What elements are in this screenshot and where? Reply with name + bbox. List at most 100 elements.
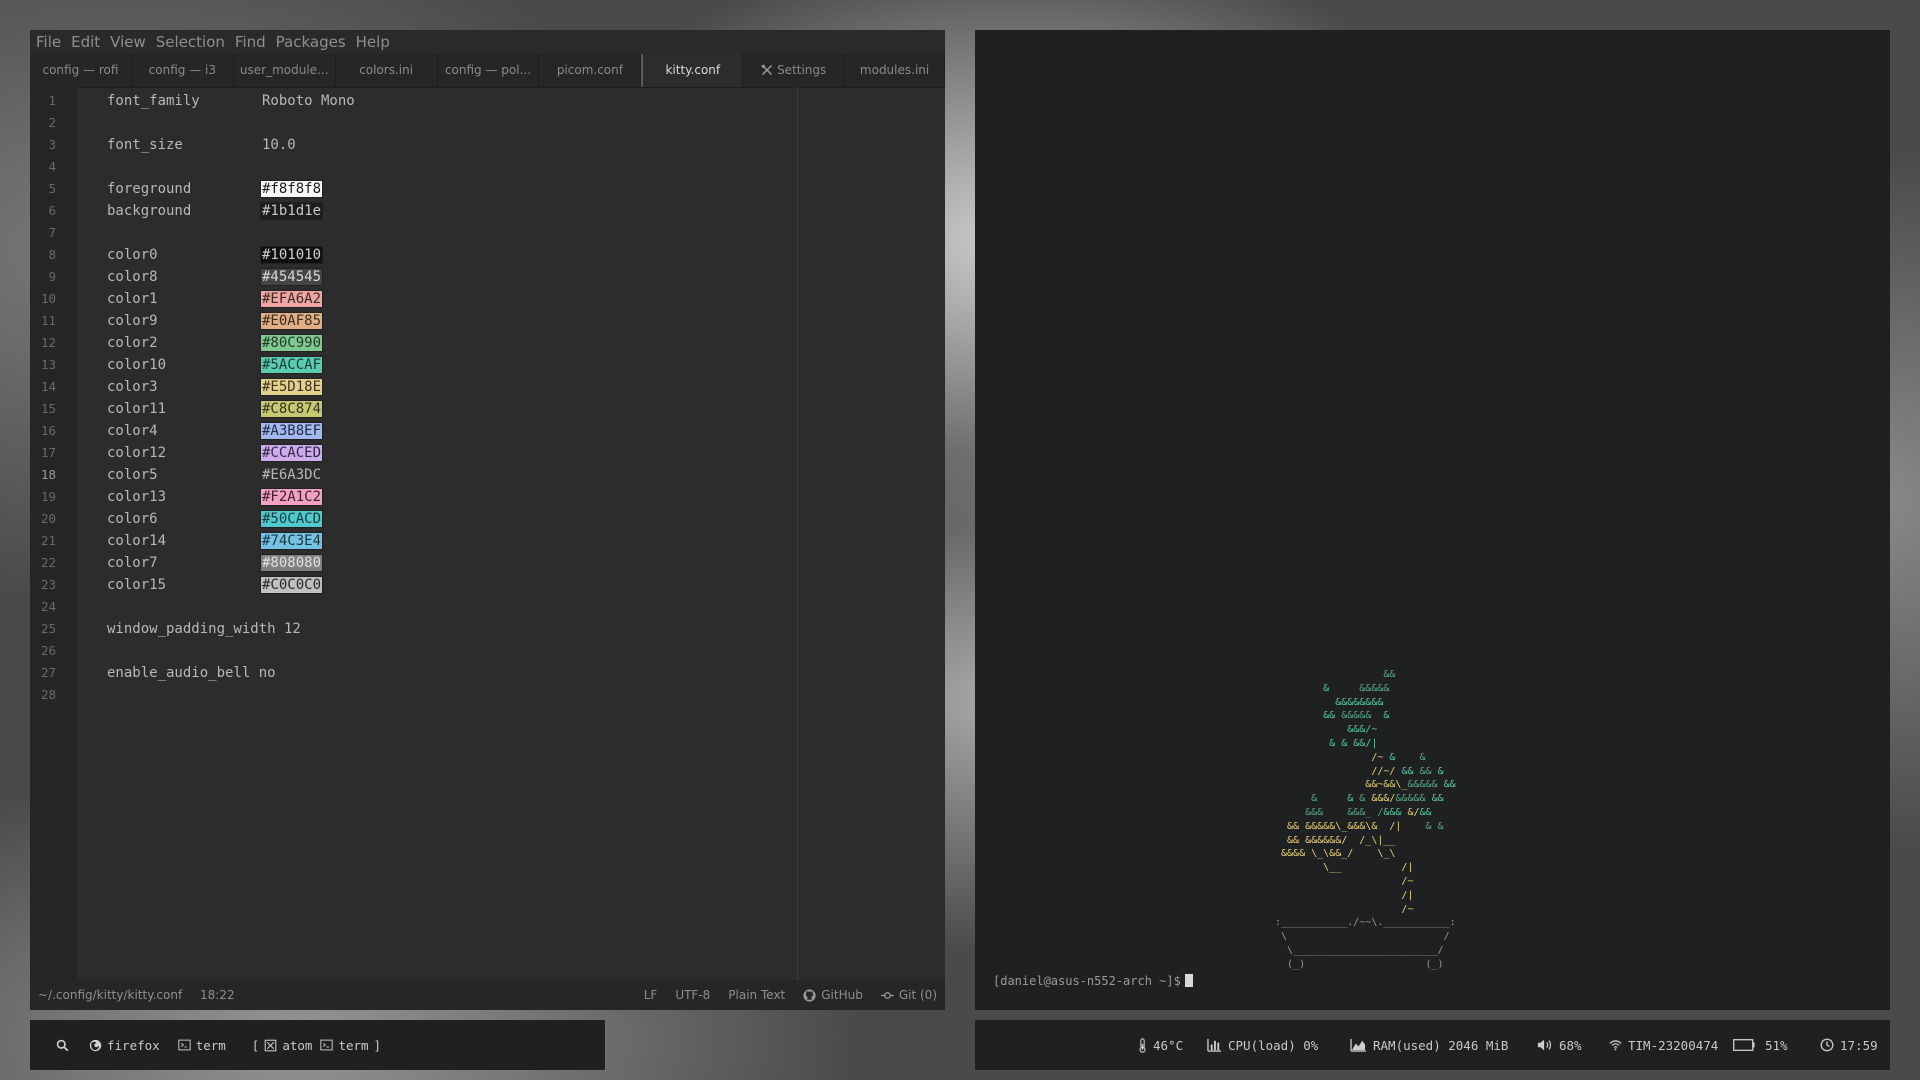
ram-value: RAM(used) 2046 MiB: [1373, 1037, 1509, 1053]
line-number: 27: [40, 665, 56, 680]
taskbar-label: term: [338, 1037, 369, 1053]
tools-icon: [761, 64, 773, 76]
tab-config-pol[interactable]: config — pol...: [438, 54, 540, 87]
github-button[interactable]: GitHub: [803, 980, 863, 1010]
line-number: 10: [40, 291, 56, 306]
volume-icon: [1537, 1039, 1552, 1051]
tab-config-rofi[interactable]: config — rofi: [30, 54, 132, 87]
bracket-open: [: [251, 1037, 260, 1053]
terminal-cursor: [1184, 974, 1193, 987]
line-ending-selector[interactable]: LF: [644, 980, 658, 1010]
bonsai-row: :___________./~~\.___________:: [1275, 916, 1456, 930]
menu-item-help[interactable]: Help: [350, 30, 396, 54]
cpu-value: CPU(load) 0%: [1228, 1037, 1319, 1053]
bonsai-segment: /~: [1275, 903, 1414, 915]
line-number: 19: [40, 489, 56, 504]
menu-item-packages[interactable]: Packages: [270, 30, 352, 54]
tab-modules-ini[interactable]: modules.ini: [845, 54, 946, 87]
line-number: 14: [40, 379, 56, 394]
taskbar-item-firefox[interactable]: firefox: [89, 1038, 160, 1053]
menu-item-view[interactable]: View: [104, 30, 152, 54]
tab-user-module[interactable]: user_module...: [234, 54, 336, 87]
taskbar-item-atom[interactable]: [ atom: [252, 1038, 313, 1053]
code-line: background #1b1d1e: [107, 200, 324, 222]
grammar-selector[interactable]: Plain Text: [728, 980, 785, 1010]
line-number: 21: [40, 533, 56, 548]
config-key: window_padding_width 12: [107, 621, 301, 637]
encoding-label: UTF-8: [675, 988, 711, 1002]
config-value: #CCACED: [259, 444, 324, 462]
line-number: 17: [40, 445, 56, 460]
code-line: color7 #808080: [107, 552, 324, 574]
status-file-path[interactable]: ~/.config/kitty/kitty.conf 18:22: [38, 980, 235, 1010]
bonsai-row: && &&&&&&/ /_\|__: [1275, 834, 1395, 848]
line-number: 28: [40, 687, 56, 702]
kitty-terminal-window[interactable]: && & &&&&& &&&&&&&& && &&&&& & &&&/~ & &…: [975, 30, 1890, 1010]
config-value: #E6A3DC: [262, 467, 322, 483]
menu-item-file[interactable]: File: [30, 30, 67, 54]
bonsai-segment: &&&/: [1371, 793, 1396, 805]
cursor-position[interactable]: 18:22: [200, 988, 235, 1002]
battery-icon: [1733, 1039, 1755, 1051]
wifi-module[interactable]: TIM-23200474: [1609, 1020, 1718, 1070]
tab-picom-conf[interactable]: picom.conf: [539, 54, 642, 87]
bonsai-segment: &: [1437, 765, 1444, 777]
volume-module[interactable]: 68%: [1537, 1020, 1582, 1070]
config-key: color6: [107, 511, 158, 527]
config-key: color11: [107, 401, 167, 417]
file-path-label: ~/.config/kitty/kitty.conf: [38, 988, 183, 1002]
shell-prompt[interactable]: [daniel@asus-n552-arch ~]$: [993, 974, 1193, 988]
git-button[interactable]: Git (0): [880, 980, 937, 1010]
bonsai-row: &&&& \_\&&_/ \_\: [1275, 847, 1395, 861]
config-key: color5: [107, 467, 158, 483]
encoding-selector[interactable]: UTF-8: [675, 980, 710, 1010]
line-number: 3: [48, 137, 56, 152]
bonsai-segment: &: [1383, 710, 1390, 722]
bonsai-segment: && &&&&&&/ /_\|__: [1275, 834, 1396, 846]
battery-value: 51%: [1765, 1037, 1788, 1053]
line-number: 9: [48, 269, 56, 284]
bonsai-row: /~ & &: [1275, 751, 1425, 765]
line-number: 1: [48, 93, 56, 108]
config-value: #f8f8f8: [259, 180, 324, 198]
bonsai-row: && &&&&&\_&&&\& /| & &: [1275, 820, 1444, 834]
code-line: color10 #5ACCAF: [107, 354, 324, 376]
tab-settings[interactable]: Settings: [743, 54, 846, 87]
bonsai-segment: &&&&&: [1395, 793, 1432, 805]
line-number: 18: [40, 467, 56, 482]
config-key: color4: [107, 423, 158, 439]
config-value: #50CACD: [259, 510, 324, 528]
area-chart-icon: [1350, 1038, 1366, 1052]
bar-chart-icon: [1207, 1038, 1222, 1052]
code-line: window_padding_width 12: [107, 618, 301, 640]
thermometer-icon: [1139, 1037, 1146, 1053]
polybar-right: 46°C CPU(load) 0% RAM(used) 2046 MiB 68%…: [975, 1020, 1890, 1070]
tab-kitty-conf[interactable]: kitty.conf: [641, 54, 744, 87]
bonsai-row: & & & &&&/&&&&& &&: [1275, 792, 1444, 806]
menu-item-selection[interactable]: Selection: [150, 30, 231, 54]
code-line: color0 #101010: [107, 244, 324, 266]
menu-item-find[interactable]: Find: [229, 30, 272, 54]
grammar-label: Plain Text: [728, 988, 786, 1002]
git-commit-icon: [880, 991, 894, 999]
taskbar-item-term[interactable]: term: [177, 1038, 226, 1053]
config-value: #A3B8EF: [259, 422, 324, 440]
taskbar-label: firefox: [107, 1037, 160, 1053]
menu-item-edit[interactable]: Edit: [65, 30, 106, 54]
config-key: color15: [107, 577, 167, 593]
bonsai-segment: &&&&&: [1341, 710, 1384, 722]
search-button[interactable]: [56, 1039, 69, 1052]
bonsai-row: /~: [1275, 903, 1413, 917]
bonsai-segment: &&&& \_\&&_/ \_\: [1275, 848, 1396, 860]
bonsai-row: \ /: [1275, 930, 1450, 944]
taskbar-item-term-2[interactable]: term ]: [320, 1038, 381, 1053]
bonsai-row: &&&&&&&&: [1275, 696, 1383, 710]
tab-config-i3[interactable]: config — i3: [132, 54, 234, 87]
code-area[interactable]: font_family Roboto Mono font_size 10.0 foreg…: [77, 87, 827, 1000]
bonsai-segment: &&&/~: [1275, 724, 1378, 736]
tab-colors-ini[interactable]: colors.ini: [336, 54, 438, 87]
line-number: 22: [40, 555, 56, 570]
line-number: 15: [40, 401, 56, 416]
terminal-icon: [177, 1039, 191, 1051]
config-key: color2: [107, 335, 158, 351]
